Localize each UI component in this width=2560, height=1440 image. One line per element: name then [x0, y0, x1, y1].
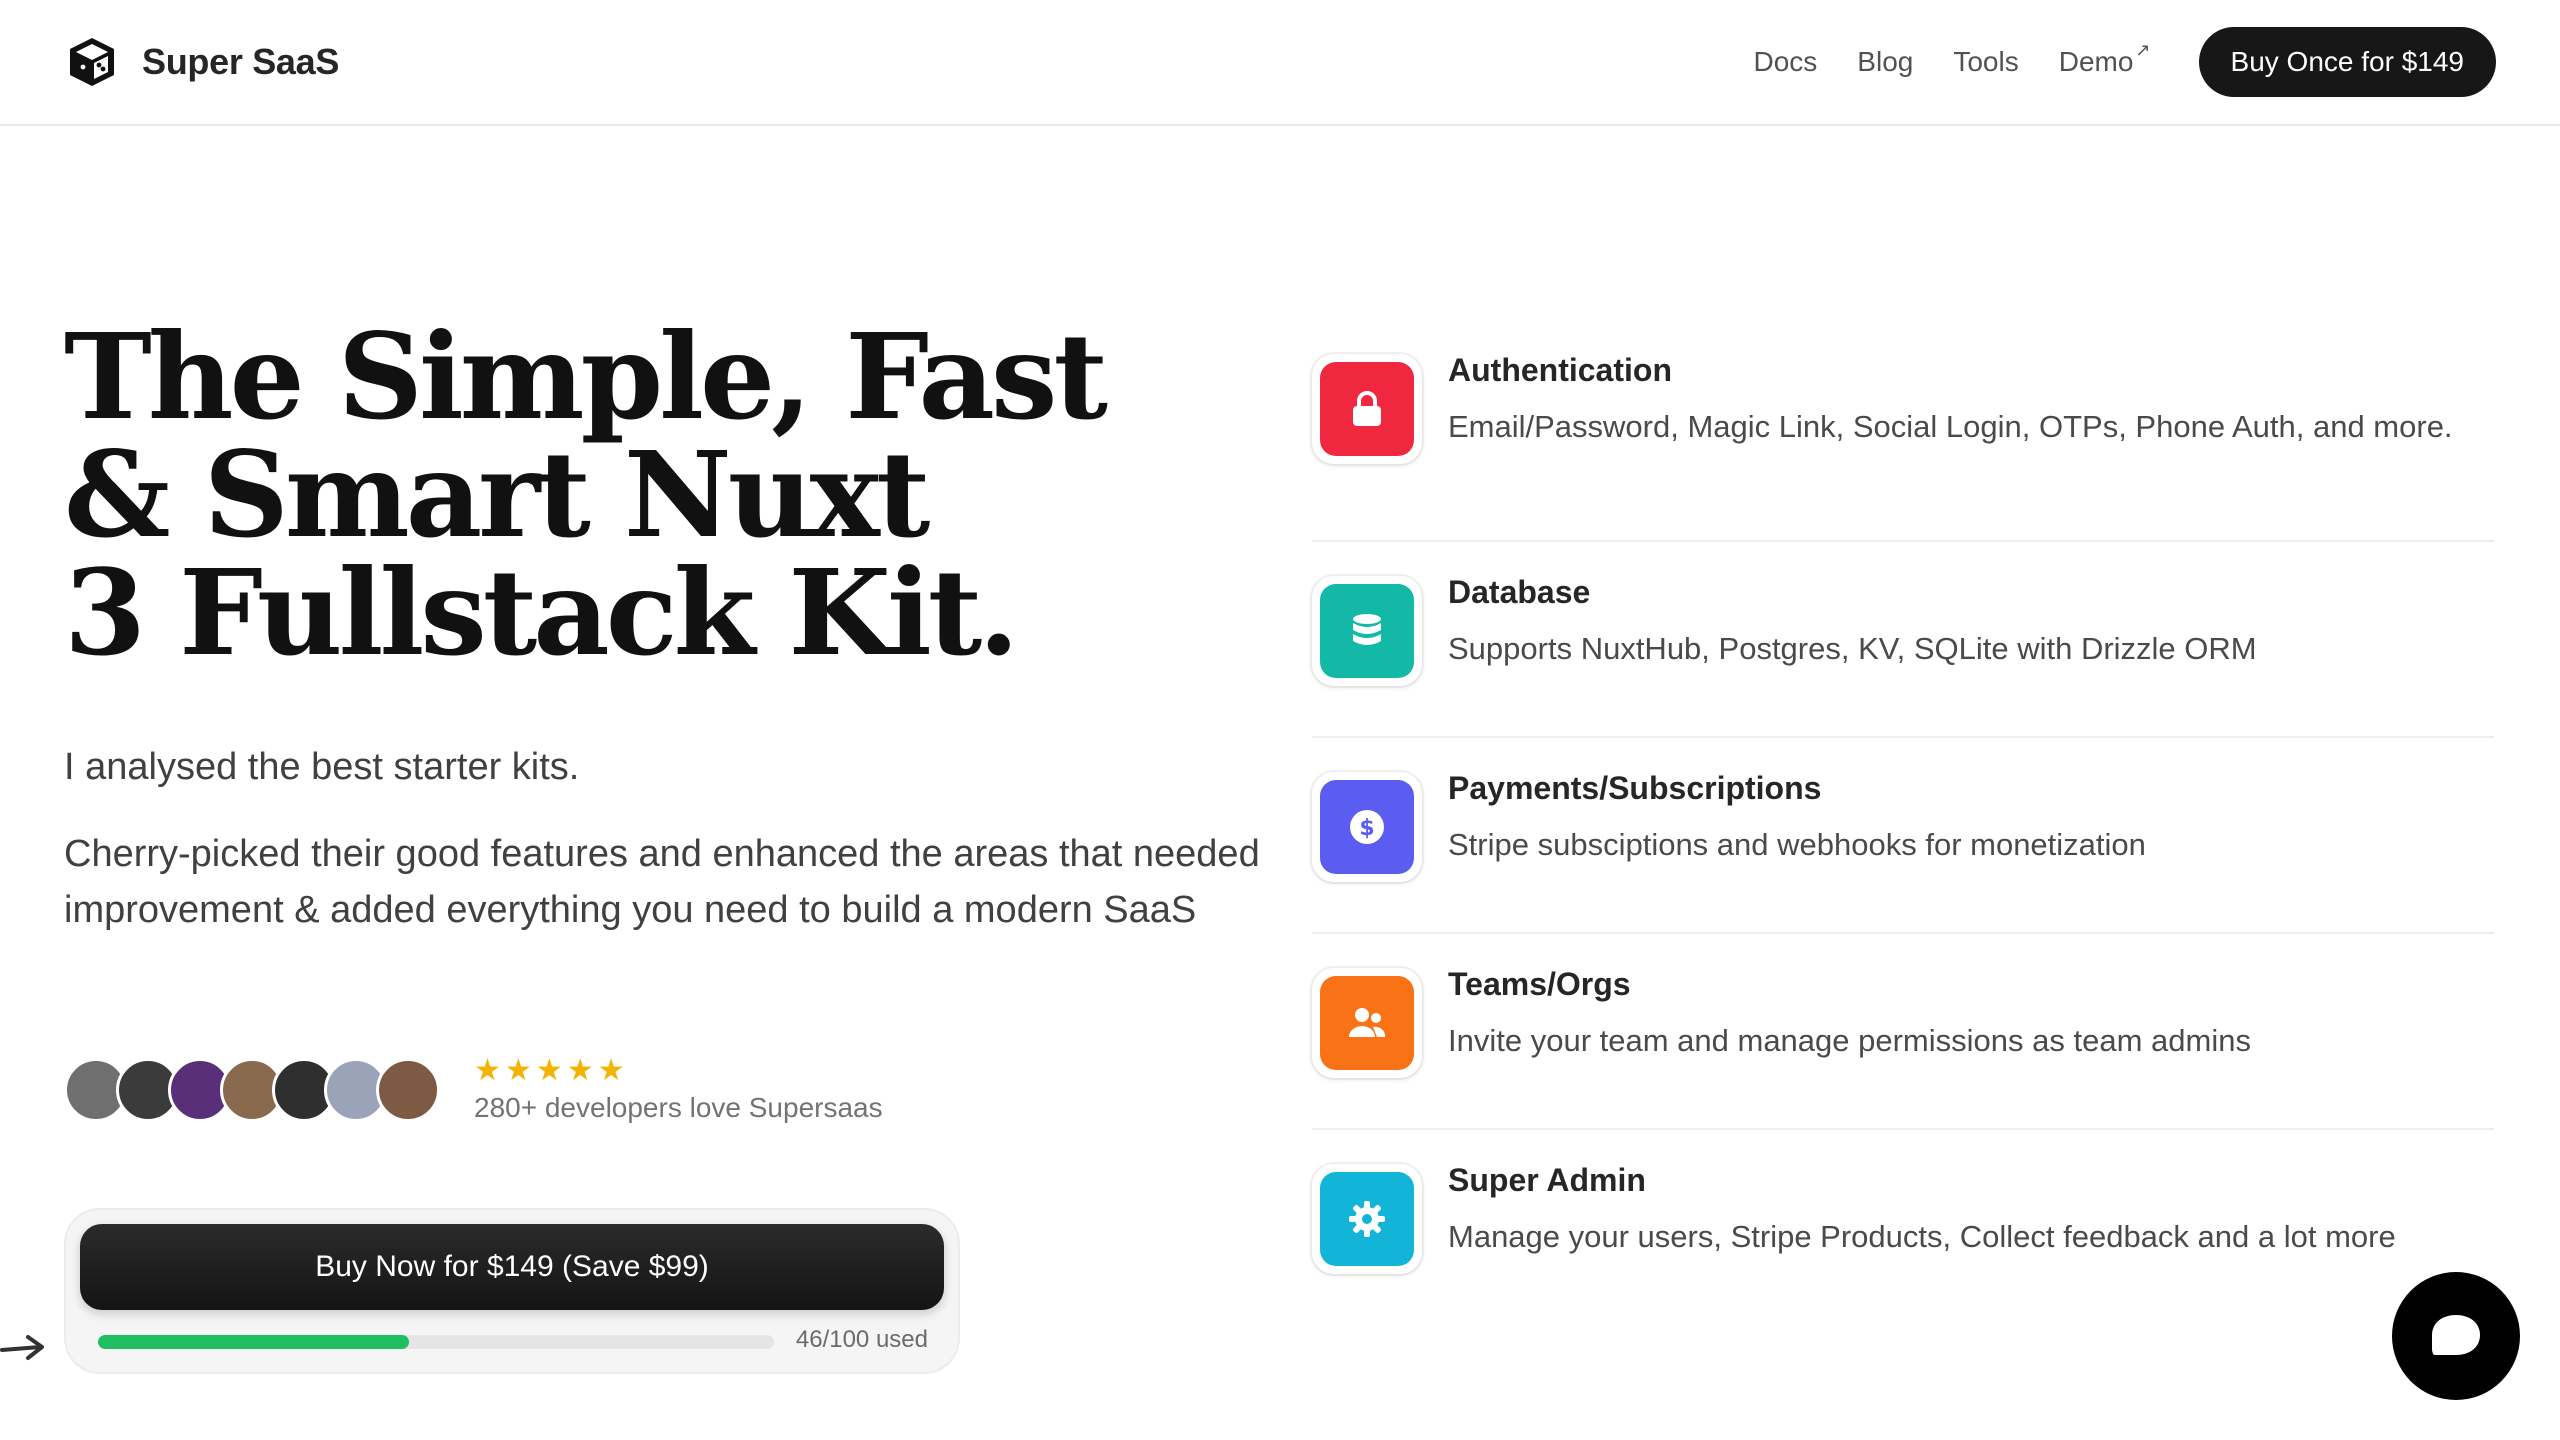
feature-icon-frame — [1312, 968, 1422, 1078]
database-icon — [1320, 584, 1414, 678]
usage-progress-fill — [98, 1335, 409, 1349]
feature-description: Supports NuxtHub, Postgres, KV, SQLite w… — [1448, 631, 2257, 666]
star-rating: ★ ★ ★ ★ ★ — [474, 1056, 883, 1086]
social-proof: ★ ★ ★ ★ ★ 280+ developers love Supersaas — [64, 1056, 883, 1124]
hero-title-line: 3 Fullstack Kit. — [64, 543, 1019, 682]
feature-title: Teams/Orgs — [1448, 966, 1631, 1002]
star-icon: ★ — [535, 1054, 563, 1087]
cube-logo-icon — [70, 38, 114, 86]
chat-icon — [2432, 1315, 2480, 1355]
hero-title-line: The Simple, Fast — [64, 307, 1108, 446]
feature-icon-frame — [1312, 354, 1422, 464]
buy-now-button[interactable]: Buy Now for $149 (Save $99) — [80, 1224, 944, 1310]
feature-body: Payments/Subscriptions Stripe subsciptio… — [1448, 756, 2146, 869]
avatar-group — [64, 1058, 440, 1122]
nav-link-blog[interactable]: Blog — [1857, 46, 1913, 78]
feature-icon-frame — [1312, 576, 1422, 686]
nav-link-demo-label: Demo — [2058, 46, 2134, 77]
feature-title: Super Admin — [1448, 1162, 1646, 1198]
feature-body: Super Admin Manage your users, Stripe Pr… — [1448, 1148, 2396, 1261]
users-icon — [1320, 976, 1414, 1070]
feature-icon-frame: $ — [1312, 772, 1422, 882]
usage-progress-bar — [98, 1335, 774, 1349]
feature-description: Invite your team and manage permissions … — [1448, 1023, 2251, 1058]
proof-label: 280+ developers love Supersaas — [474, 1092, 883, 1123]
feature-body: Database Supports NuxtHub, Postgres, KV,… — [1448, 560, 2257, 673]
gear-icon — [1320, 1172, 1414, 1266]
star-icon: ★ — [597, 1054, 625, 1087]
chat-bubble-button[interactable] — [2392, 1272, 2520, 1400]
star-icon: ★ — [504, 1054, 532, 1087]
proof-text: ★ ★ ★ ★ ★ 280+ developers love Supersaas — [474, 1056, 883, 1124]
site-header: Super SaaS Docs Blog Tools Demo ↗ Buy On… — [0, 0, 2560, 126]
star-icon: ★ — [566, 1054, 594, 1087]
feature-body: Teams/Orgs Invite your team and manage p… — [1448, 952, 2251, 1065]
avatar — [376, 1058, 440, 1122]
feature-item-database: Database Supports NuxtHub, Postgres, KV,… — [1312, 560, 2494, 738]
feature-title: Database — [1448, 574, 1591, 610]
star-icon: ★ — [474, 1054, 501, 1087]
page: Super SaaS Docs Blog Tools Demo ↗ Buy On… — [0, 0, 2560, 1440]
lock-icon — [1320, 362, 1414, 456]
purchase-box: Buy Now for $149 (Save $99) 46/100 used — [64, 1208, 960, 1374]
hero-description: Cherry-picked their good features and en… — [64, 833, 1260, 931]
hero-lead: I analysed the best starter kits. — [64, 746, 580, 788]
hero-title: The Simple, Fast & Smart Nuxt 3 Fullstac… — [64, 318, 1214, 672]
arrow-right-icon — [0, 1335, 44, 1360]
buy-once-button[interactable]: Buy Once for $149 — [2198, 27, 2496, 97]
brand[interactable]: Super SaaS — [64, 34, 339, 90]
feature-description: Manage your users, Stripe Products, Coll… — [1448, 1219, 2396, 1254]
nav-link-demo[interactable]: Demo ↗ — [2058, 40, 2151, 78]
main-nav: Docs Blog Tools Demo ↗ Buy Once for $149 — [1754, 27, 2496, 97]
svg-text:$: $ — [1359, 816, 1374, 841]
brand-name: Super SaaS — [142, 41, 340, 82]
feature-list: Authentication Email/Password, Magic Lin… — [1312, 338, 2494, 1298]
feature-item-teams: Teams/Orgs Invite your team and manage p… — [1312, 952, 2494, 1130]
feature-title: Authentication — [1448, 352, 1672, 388]
dollar-icon: $ — [1320, 780, 1414, 874]
hero-title-line: & Smart Nuxt — [64, 425, 930, 564]
feature-item-authentication: Authentication Email/Password, Magic Lin… — [1312, 338, 2494, 542]
feature-item-super-admin: Super Admin Manage your users, Stripe Pr… — [1312, 1148, 2494, 1298]
feature-description: Stripe subsciptions and webhooks for mon… — [1448, 827, 2146, 862]
feature-icon-frame — [1312, 1164, 1422, 1274]
external-link-icon: ↗ — [2135, 40, 2151, 60]
usage-label: 46/100 used — [795, 1326, 928, 1353]
feature-item-payments: $ Payments/Subscriptions Stripe subscipt… — [1312, 756, 2494, 934]
feature-body: Authentication Email/Password, Magic Lin… — [1448, 338, 2453, 451]
nav-link-tools[interactable]: Tools — [1953, 46, 2018, 78]
feature-description: Email/Password, Magic Link, Social Login… — [1448, 409, 2453, 444]
feature-title: Payments/Subscriptions — [1448, 770, 1822, 806]
nav-link-docs[interactable]: Docs — [1754, 46, 1818, 78]
